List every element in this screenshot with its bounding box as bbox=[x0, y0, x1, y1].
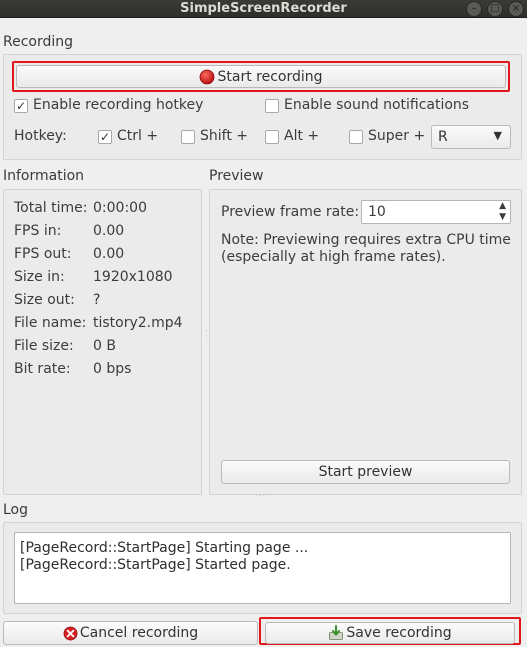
info-row-label: File size: bbox=[14, 338, 74, 354]
info-row-label: FPS in: bbox=[14, 223, 62, 239]
sound-notifications-checkbox[interactable] bbox=[265, 99, 279, 113]
splitter-handle[interactable]: · · · bbox=[205, 328, 208, 344]
info-row-value: ? bbox=[93, 292, 101, 308]
cancel-icon bbox=[63, 626, 78, 640]
info-row-value: 0.00 bbox=[93, 223, 125, 239]
maximize-icon: □ bbox=[490, 3, 500, 14]
minimize-icon: – bbox=[471, 3, 477, 14]
log-section-label: Log bbox=[3, 502, 29, 518]
log-line: [PageRecord::StartPage] Starting page ..… bbox=[20, 540, 309, 556]
information-section-label: Information bbox=[3, 168, 85, 184]
info-row-value: 1920x1080 bbox=[93, 269, 173, 285]
ctrl-label[interactable]: Ctrl + bbox=[117, 128, 158, 144]
close-button[interactable]: × bbox=[508, 1, 524, 17]
save-icon bbox=[329, 625, 344, 640]
enable-hotkey-checkbox[interactable]: ✓ bbox=[14, 99, 28, 113]
key-select-value: R bbox=[438, 129, 448, 145]
info-row-label: Bit rate: bbox=[14, 361, 71, 377]
preview-frame-rate-value: 10 bbox=[368, 204, 386, 220]
start-recording-button[interactable]: Start recording bbox=[16, 65, 506, 88]
shift-label[interactable]: Shift + bbox=[200, 128, 248, 144]
start-preview-button[interactable]: Start preview bbox=[221, 460, 510, 484]
info-row-label: Size in: bbox=[14, 269, 65, 285]
ctrl-checkbox[interactable]: ✓ bbox=[98, 130, 112, 144]
info-row-value: 0.00 bbox=[93, 246, 125, 262]
recording-section-label: Recording bbox=[3, 34, 74, 50]
start-recording-label: Start recording bbox=[217, 68, 323, 85]
alt-label[interactable]: Alt + bbox=[284, 128, 319, 144]
shift-checkbox[interactable] bbox=[181, 130, 195, 144]
preview-frame-rate-label: Preview frame rate: bbox=[221, 204, 360, 220]
record-icon bbox=[200, 69, 215, 84]
close-icon: × bbox=[511, 3, 521, 14]
sound-notifications-label[interactable]: Enable sound notifications bbox=[284, 97, 469, 113]
window-title: SimpleScreenRecorder bbox=[180, 1, 347, 16]
info-row-value: 0 B bbox=[93, 338, 116, 354]
spin-arrows-icon[interactable]: ▲ ▼ bbox=[499, 201, 506, 223]
cancel-recording-button[interactable]: Cancel recording bbox=[3, 621, 258, 645]
info-row-value: 0:00:00 bbox=[93, 200, 147, 216]
maximize-button[interactable]: □ bbox=[487, 1, 503, 17]
info-row-label: FPS out: bbox=[14, 246, 72, 262]
hotkey-label: Hotkey: bbox=[14, 128, 67, 144]
log-textarea[interactable]: [PageRecord::StartPage] Starting page ..… bbox=[14, 532, 511, 604]
save-recording-button[interactable]: Save recording bbox=[265, 622, 515, 644]
info-row-label: Total time: bbox=[14, 200, 88, 216]
horizontal-splitter-handle[interactable]: ···· bbox=[255, 492, 271, 500]
info-row-label: Size out: bbox=[14, 292, 75, 308]
log-line: [PageRecord::StartPage] Started page. bbox=[20, 557, 291, 573]
cancel-recording-label: Cancel recording bbox=[79, 625, 199, 641]
super-label[interactable]: Super + bbox=[368, 128, 425, 144]
preview-note-line-2: (especially at high frame rates). bbox=[221, 249, 446, 265]
save-recording-label: Save recording bbox=[346, 625, 452, 641]
preview-note-line-1: Note: Previewing requires extra CPU time bbox=[221, 232, 511, 248]
key-select[interactable]: R ▼ bbox=[431, 125, 511, 149]
enable-hotkey-label[interactable]: Enable recording hotkey bbox=[33, 97, 203, 113]
info-row-value: 0 bps bbox=[93, 361, 132, 377]
info-row-value: tistory2.mp4 bbox=[93, 315, 183, 331]
preview-frame-rate-spinbox[interactable]: 10 ▲ ▼ bbox=[361, 200, 511, 224]
chevron-down-icon: ▼ bbox=[493, 129, 502, 142]
info-row-label: File name: bbox=[14, 315, 87, 331]
super-checkbox[interactable] bbox=[349, 130, 363, 144]
start-preview-label: Start preview bbox=[318, 464, 413, 480]
alt-checkbox[interactable] bbox=[265, 130, 279, 144]
preview-section-label: Preview bbox=[209, 168, 264, 184]
minimize-button[interactable]: – bbox=[466, 1, 482, 17]
